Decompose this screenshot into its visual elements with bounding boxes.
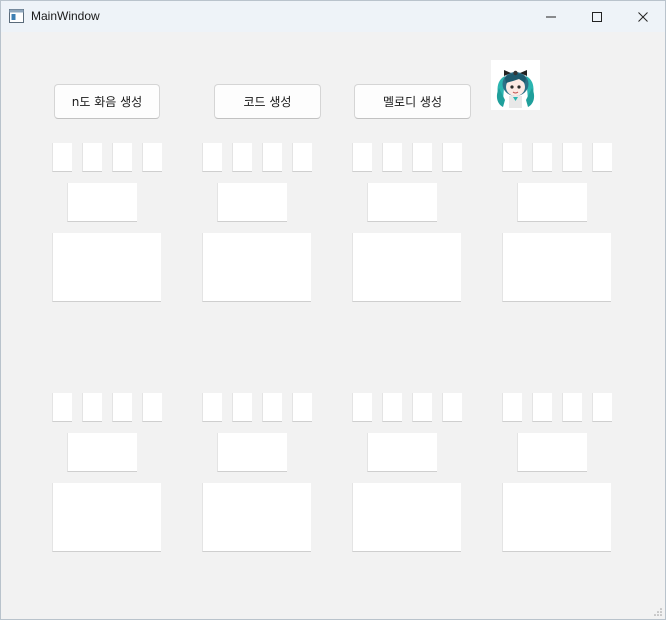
title-bar[interactable]: MainWindow (1, 1, 665, 32)
note-input-1[interactable] (502, 393, 522, 422)
note-input-2[interactable] (82, 143, 102, 172)
note-input-3[interactable] (112, 393, 132, 422)
chord-output-area[interactable] (202, 233, 311, 302)
note-input-2[interactable] (532, 143, 552, 172)
note-input-1[interactable] (52, 393, 72, 422)
chord-name-field[interactable] (67, 183, 137, 222)
generate-melody-button[interactable]: 멜로디 생성 (354, 84, 471, 119)
note-input-4[interactable] (142, 143, 162, 172)
note-input-2[interactable] (82, 393, 102, 422)
chord-output-area[interactable] (502, 483, 611, 552)
note-input-3[interactable] (262, 143, 282, 172)
resize-grip-icon[interactable] (653, 607, 663, 617)
close-button[interactable] (620, 1, 665, 32)
chord-output-area[interactable] (202, 483, 311, 552)
central-widget: n도 화음 생성 코드 생성 멜로디 생성 (1, 32, 665, 619)
minimize-icon (546, 16, 556, 17)
note-input-4[interactable] (592, 143, 612, 172)
note-input-4[interactable] (442, 143, 462, 172)
note-input-1[interactable] (202, 143, 222, 172)
close-icon (638, 11, 648, 22)
maximize-button[interactable] (574, 1, 620, 32)
note-input-4[interactable] (592, 393, 612, 422)
chord-name-field[interactable] (367, 433, 437, 472)
chord-output-area[interactable] (502, 233, 611, 302)
chord-name-field[interactable] (367, 183, 437, 222)
note-input-3[interactable] (412, 393, 432, 422)
note-input-3[interactable] (562, 143, 582, 172)
note-input-3[interactable] (412, 143, 432, 172)
note-input-4[interactable] (142, 393, 162, 422)
chord-output-area[interactable] (52, 233, 161, 302)
note-input-2[interactable] (382, 393, 402, 422)
note-input-4[interactable] (292, 393, 312, 422)
note-input-2[interactable] (232, 143, 252, 172)
note-input-1[interactable] (352, 393, 372, 422)
note-input-1[interactable] (502, 143, 522, 172)
note-input-2[interactable] (382, 143, 402, 172)
chord-output-area[interactable] (352, 483, 461, 552)
note-input-2[interactable] (532, 393, 552, 422)
generate-n-degree-chord-button[interactable]: n도 화음 생성 (54, 84, 160, 119)
maximize-icon (592, 11, 602, 22)
chord-output-area[interactable] (352, 233, 461, 302)
note-input-4[interactable] (442, 393, 462, 422)
note-input-4[interactable] (292, 143, 312, 172)
chord-name-field[interactable] (217, 183, 287, 222)
chord-name-field[interactable] (517, 183, 587, 222)
minimize-button[interactable] (528, 1, 574, 32)
chord-output-area[interactable] (52, 483, 161, 552)
note-input-1[interactable] (52, 143, 72, 172)
generate-chord-button[interactable]: 코드 생성 (214, 84, 321, 119)
chord-name-field[interactable] (67, 433, 137, 472)
note-input-3[interactable] (562, 393, 582, 422)
note-input-1[interactable] (202, 393, 222, 422)
chord-name-field[interactable] (517, 433, 587, 472)
character-avatar-image (491, 60, 540, 110)
window-title: MainWindow (31, 9, 100, 23)
note-input-2[interactable] (232, 393, 252, 422)
note-input-1[interactable] (352, 143, 372, 172)
note-input-3[interactable] (112, 143, 132, 172)
note-input-3[interactable] (262, 393, 282, 422)
main-window: MainWindow n도 화음 생성 코드 생성 멜로디 생성 (0, 0, 666, 620)
chord-name-field[interactable] (217, 433, 287, 472)
app-icon (9, 9, 24, 23)
